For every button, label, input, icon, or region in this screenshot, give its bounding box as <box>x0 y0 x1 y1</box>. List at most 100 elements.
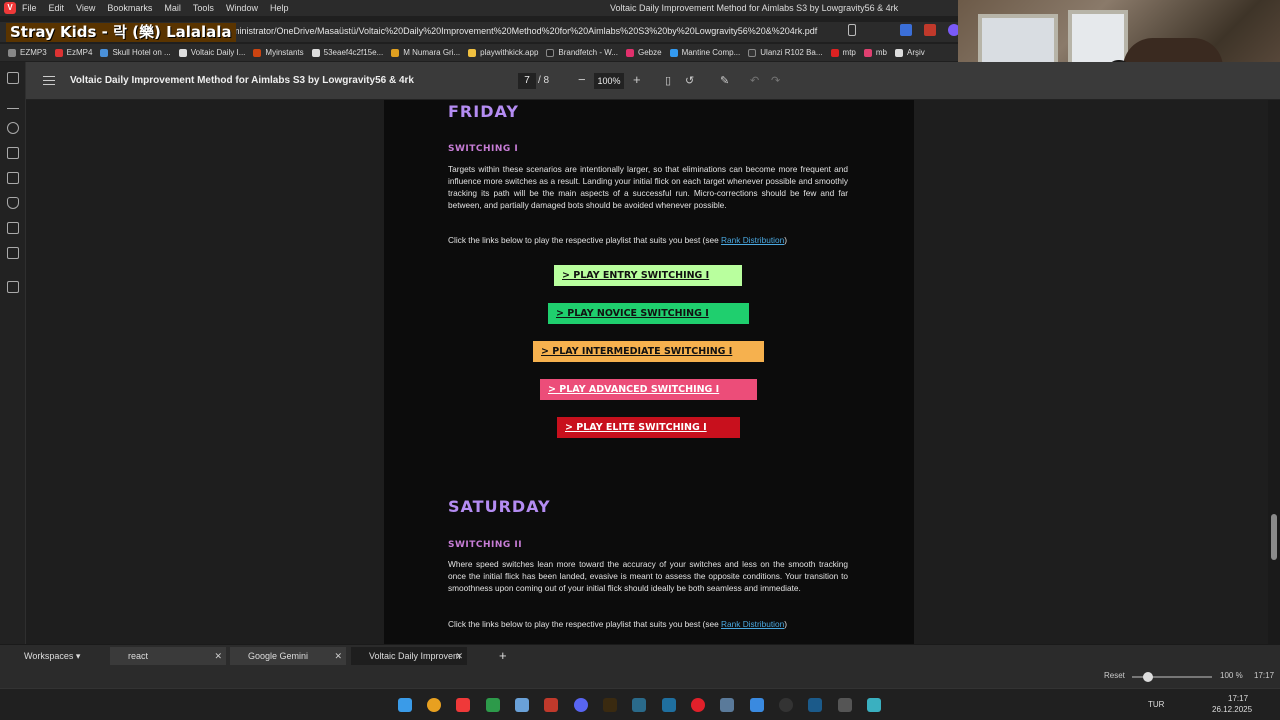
zoom-in-button[interactable]: + <box>633 72 641 87</box>
friday-paragraph: Targets within these scenarios are inten… <box>448 164 848 210</box>
bookmark-item[interactable]: M Numara Gri... <box>391 48 460 57</box>
menu-file[interactable]: File <box>22 3 37 13</box>
chrome-icon[interactable] <box>427 698 441 712</box>
illustrator-icon[interactable] <box>603 698 617 712</box>
play-entry-switching-1-button[interactable]: > PLAY ENTRY SWITCHING I <box>554 265 742 286</box>
bookmarks-panel-icon[interactable] <box>7 72 19 84</box>
saturday-paragraph: Where speed switches lean more toward th… <box>448 559 848 593</box>
windows-taskbar: TUR 17:17 26.12.2025 <box>0 688 1280 720</box>
menu-bookmarks[interactable]: Bookmarks <box>107 3 152 13</box>
menu-view[interactable]: View <box>76 3 95 13</box>
bookmark-item[interactable]: Ulanzi R102 Ba... <box>748 48 823 57</box>
steam-icon[interactable] <box>808 698 822 712</box>
scrollbar-thumb[interactable] <box>1271 514 1277 560</box>
url-field[interactable]: s/Administrator/OneDrive/Masaüstü/Voltai… <box>214 26 817 36</box>
obs-icon[interactable] <box>779 698 793 712</box>
menu-window[interactable]: Window <box>226 3 258 13</box>
play-elite-switching-1-button[interactable]: > PLAY ELITE SWITCHING I <box>557 417 740 438</box>
now-playing-overlay: Stray Kids - 락 (樂) Lalalala <box>6 23 236 42</box>
app-icon[interactable] <box>632 698 646 712</box>
page-number-input[interactable]: 7 <box>518 73 536 89</box>
app-icon[interactable] <box>515 698 529 712</box>
downloads-icon[interactable] <box>7 97 19 109</box>
bookmark-favicon-icon <box>391 48 400 57</box>
window-title: Voltaic Daily Improvement Method for Aim… <box>610 3 899 13</box>
record-icon[interactable] <box>691 698 705 712</box>
rank-distribution-link[interactable]: Rank Distribution <box>721 619 784 629</box>
bookmark-item[interactable]: 53eaef4c2f15e... <box>311 48 383 57</box>
add-panel-icon[interactable] <box>7 281 19 293</box>
bookmark-item[interactable]: playwithkick.app <box>468 48 538 57</box>
tab-react[interactable]: react ✕ <box>110 647 226 665</box>
fit-page-icon[interactable]: ▯ <box>665 74 671 87</box>
rotate-icon[interactable]: ↺ <box>685 74 694 87</box>
close-icon[interactable]: ✕ <box>214 647 222 665</box>
history-icon[interactable] <box>7 122 19 134</box>
new-tab-button[interactable]: + <box>495 647 513 665</box>
bookmark-item[interactable]: Voltaic Daily I... <box>178 48 245 57</box>
notes-icon[interactable] <box>7 147 19 159</box>
bookmark-item[interactable]: Brandfetch - W... <box>546 48 618 57</box>
menu-edit[interactable]: Edit <box>49 3 65 13</box>
browser-sidebar <box>0 62 26 644</box>
reading-list-icon[interactable] <box>7 197 19 209</box>
explorer-icon[interactable] <box>720 698 734 712</box>
workspaces-button[interactable]: Workspaces ▾ <box>4 647 88 665</box>
extension-icon[interactable] <box>900 24 912 36</box>
terminal-icon[interactable] <box>486 698 500 712</box>
pdf-title: Voltaic Daily Improvement Method for Aim… <box>70 75 414 86</box>
pdf-page: FRIDAY SWITCHING I Targets within these … <box>384 100 914 644</box>
bookmark-favicon-icon <box>54 48 63 57</box>
bookmark-item[interactable]: Arşiv <box>895 48 925 57</box>
bookmark-item[interactable]: Gebze <box>625 48 662 57</box>
translate-icon[interactable] <box>7 172 19 184</box>
zoom-reset-button[interactable]: Reset <box>1104 671 1125 680</box>
tab-google-gemini[interactable]: Google Gemini ✕ <box>230 647 346 665</box>
play-novice-switching-1-button[interactable]: > PLAY NOVICE SWITCHING I <box>548 303 749 324</box>
extension-red-icon[interactable] <box>924 24 936 36</box>
bookmark-icon[interactable] <box>848 24 856 36</box>
close-icon[interactable]: ✕ <box>334 647 342 665</box>
zoom-input[interactable]: 100% <box>594 73 624 89</box>
bookmark-favicon-icon <box>8 48 16 57</box>
app-icon[interactable] <box>838 698 852 712</box>
bookmark-item[interactable]: Myinstants <box>253 48 304 57</box>
notepad-icon[interactable] <box>867 698 881 712</box>
annotate-icon[interactable]: ✎ <box>720 74 729 87</box>
filezilla-icon[interactable] <box>544 698 558 712</box>
menu-icon[interactable] <box>43 76 55 85</box>
taskbar-date[interactable]: 26.12.2025 <box>1212 705 1252 714</box>
menu-help[interactable]: Help <box>270 3 289 13</box>
bookmark-favicon-icon <box>863 48 872 57</box>
vivaldi-icon[interactable] <box>456 698 470 712</box>
bookmark-item[interactable]: Skull Hotel on ... <box>100 48 171 57</box>
play-advanced-switching-1-button[interactable]: > PLAY ADVANCED SWITCHING I <box>540 379 757 400</box>
start-icon[interactable] <box>398 698 412 712</box>
vivaldi-logo-icon[interactable]: V <box>4 2 16 14</box>
undo-icon[interactable]: ↶ <box>750 74 759 87</box>
bookmark-item[interactable]: Mantine Comp... <box>669 48 740 57</box>
calendar-icon[interactable] <box>7 222 19 234</box>
language-indicator[interactable]: TUR <box>1148 700 1164 709</box>
play-intermediate-switching-1-button[interactable]: > PLAY INTERMEDIATE SWITCHING I <box>533 341 764 362</box>
bookmarks-bar: EZMP3 EzMP4 Skull Hotel on ... Voltaic D… <box>0 44 960 61</box>
rank-distribution-link[interactable]: Rank Distribution <box>721 235 784 245</box>
pdf-scrollbar[interactable] <box>1268 100 1280 644</box>
menu-tools[interactable]: Tools <box>193 3 214 13</box>
outlook-icon[interactable] <box>750 698 764 712</box>
bookmark-item[interactable]: EzMP4 <box>54 48 92 57</box>
bookmark-item[interactable]: mb <box>863 48 887 57</box>
zoom-out-button[interactable]: − <box>578 72 586 87</box>
pdf-toolbar: Voltaic Daily Improvement Method for Aim… <box>26 62 1280 100</box>
zoom-slider-handle[interactable] <box>1143 672 1153 682</box>
discord-icon[interactable] <box>574 698 588 712</box>
taskbar-time[interactable]: 17:17 <box>1228 694 1248 703</box>
mail-icon[interactable] <box>7 247 19 259</box>
redo-icon[interactable]: ↷ <box>771 74 780 87</box>
bookmark-item[interactable]: mtp <box>830 48 856 57</box>
tab-voltaic[interactable]: Voltaic Daily Improvem ✕ <box>351 647 467 665</box>
close-icon[interactable]: ✕ <box>455 647 463 665</box>
bookmark-item[interactable]: EZMP3 <box>8 48 47 57</box>
menu-mail[interactable]: Mail <box>164 3 181 13</box>
app-icon[interactable] <box>662 698 676 712</box>
